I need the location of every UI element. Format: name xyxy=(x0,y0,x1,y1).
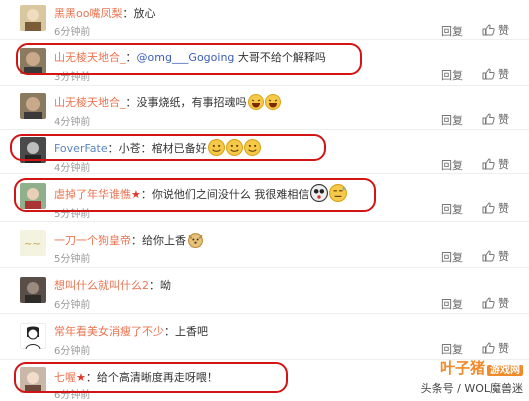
comment-text: 给你上香 xyxy=(142,234,186,247)
comment-text: 没事烧纸，有事招魂吗 xyxy=(136,96,247,109)
timestamp: 5分钟前 xyxy=(54,254,91,265)
like-button[interactable]: 赞 xyxy=(482,156,509,172)
like-button[interactable]: 赞 xyxy=(482,111,509,127)
like-label: 赞 xyxy=(498,24,509,37)
like-label: 赞 xyxy=(498,250,509,263)
username-link[interactable]: 山无棱天地合_ xyxy=(54,96,126,109)
separator: ： xyxy=(149,279,160,292)
reply-button[interactable]: 回复 xyxy=(441,67,463,83)
avatar[interactable] xyxy=(20,277,46,303)
like-label: 赞 xyxy=(498,113,509,126)
separator: ： xyxy=(131,234,142,247)
separator: ： xyxy=(122,7,134,20)
comment-text: 呦 xyxy=(160,279,171,292)
separator: ： xyxy=(164,325,175,338)
avatar[interactable]: ~~ xyxy=(20,230,46,256)
doge-emoji-icon xyxy=(188,233,203,248)
reply-button[interactable]: 回复 xyxy=(441,112,463,128)
laughing-emoji-icon xyxy=(247,94,264,110)
thumbs-up-icon xyxy=(482,113,495,125)
username-link[interactable]: 黑黑oo嘴凤梨 xyxy=(54,7,122,20)
svg-text:~~: ~~ xyxy=(24,239,41,250)
timestamp: 6分钟前 xyxy=(54,300,91,311)
comment-row: 山无棱天地合_：没事烧纸，有事招魂吗 4分钟前 回复 赞 xyxy=(0,86,529,130)
comment-row: ~~ 一刀一个狗皇帝：给你上香 5分钟前 回复 赞 xyxy=(0,222,529,268)
reply-button[interactable]: 回复 xyxy=(441,201,463,217)
thumbs-up-icon xyxy=(482,24,495,36)
like-label: 赞 xyxy=(498,68,509,81)
comment-row: 常年看美女消瘦了不少：上香吧 6分钟前 回复 赞 xyxy=(0,314,529,360)
reply-button[interactable]: 回复 xyxy=(441,341,463,357)
like-label: 赞 xyxy=(498,202,509,215)
watermark: 叶子猪 游戏网 头条号 / WOL魔兽迷 xyxy=(421,357,523,396)
timestamp: 6分钟前 xyxy=(54,346,91,357)
watermark-credit: 头条号 / WOL魔兽迷 xyxy=(420,382,523,395)
reply-button[interactable]: 回复 xyxy=(441,249,463,265)
thumbs-up-icon xyxy=(482,202,495,214)
watermark-logo-text: 叶子猪 xyxy=(439,359,485,377)
comment-text: 上香吧 xyxy=(175,325,208,338)
like-button[interactable]: 赞 xyxy=(482,295,509,311)
separator: ： xyxy=(125,96,137,109)
like-label: 赞 xyxy=(498,342,509,355)
timestamp: 6分钟前 xyxy=(54,27,91,38)
timestamp: 4分钟前 xyxy=(54,163,91,174)
username-link[interactable]: 一刀一个狗皇帝 xyxy=(54,234,131,247)
highlight-box xyxy=(14,362,288,393)
reply-button[interactable]: 回复 xyxy=(441,296,463,312)
watermark-logo: 叶子猪 游戏网 xyxy=(421,357,523,378)
laughing-emoji-icon xyxy=(264,94,281,110)
thumbs-up-icon xyxy=(482,158,495,170)
avatar[interactable] xyxy=(20,93,46,119)
avatar[interactable] xyxy=(20,323,46,349)
timestamp: 4分钟前 xyxy=(54,117,91,128)
reply-button[interactable]: 回复 xyxy=(441,23,463,39)
like-button[interactable]: 赞 xyxy=(482,340,509,356)
reply-button[interactable]: 回复 xyxy=(441,157,463,173)
highlight-box xyxy=(14,178,376,212)
comment-text: 放心 xyxy=(133,7,156,20)
highlight-box xyxy=(16,43,362,75)
watermark-logo-tag: 游戏网 xyxy=(487,365,523,376)
thumbs-up-icon xyxy=(482,250,495,262)
comment-row: 想叫什么就叫什么2：呦 6分钟前 回复 赞 xyxy=(0,268,529,314)
username-link[interactable]: 想叫什么就叫什么2 xyxy=(54,279,149,292)
avatar[interactable] xyxy=(20,5,46,31)
username-link[interactable]: 常年看美女消瘦了不少 xyxy=(54,325,164,338)
like-button[interactable]: 赞 xyxy=(482,200,509,216)
thumbs-up-icon xyxy=(482,342,495,354)
thumbs-up-icon xyxy=(482,68,495,80)
like-button[interactable]: 赞 xyxy=(482,66,509,82)
like-button[interactable]: 赞 xyxy=(482,248,509,264)
like-label: 赞 xyxy=(498,158,509,171)
highlight-box xyxy=(10,134,326,161)
like-label: 赞 xyxy=(498,297,509,310)
comment-row: 黑黑oo嘴凤梨：放心 6分钟前 回复 赞 xyxy=(0,0,529,40)
like-button[interactable]: 赞 xyxy=(482,22,509,38)
thumbs-up-icon xyxy=(482,297,495,309)
